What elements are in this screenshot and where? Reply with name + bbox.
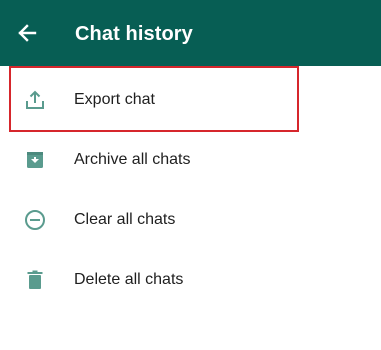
archive-icon bbox=[22, 147, 48, 173]
menu-item-label: Archive all chats bbox=[74, 151, 191, 168]
trash-icon bbox=[22, 267, 48, 293]
highlight-box bbox=[9, 66, 299, 132]
menu-item-label: Delete all chats bbox=[74, 271, 184, 288]
menu-item-delete-all-chats[interactable]: Delete all chats bbox=[0, 250, 381, 310]
app-bar: Chat history bbox=[0, 0, 381, 66]
minus-circle-icon bbox=[22, 207, 48, 233]
page-title: Chat history bbox=[75, 23, 193, 45]
menu-item-archive-all-chats[interactable]: Archive all chats bbox=[0, 130, 381, 190]
back-button[interactable] bbox=[10, 16, 44, 50]
menu-item-clear-all-chats[interactable]: Clear all chats bbox=[0, 190, 381, 250]
arrow-left-icon bbox=[18, 24, 37, 42]
menu-item-label: Clear all chats bbox=[74, 211, 176, 228]
